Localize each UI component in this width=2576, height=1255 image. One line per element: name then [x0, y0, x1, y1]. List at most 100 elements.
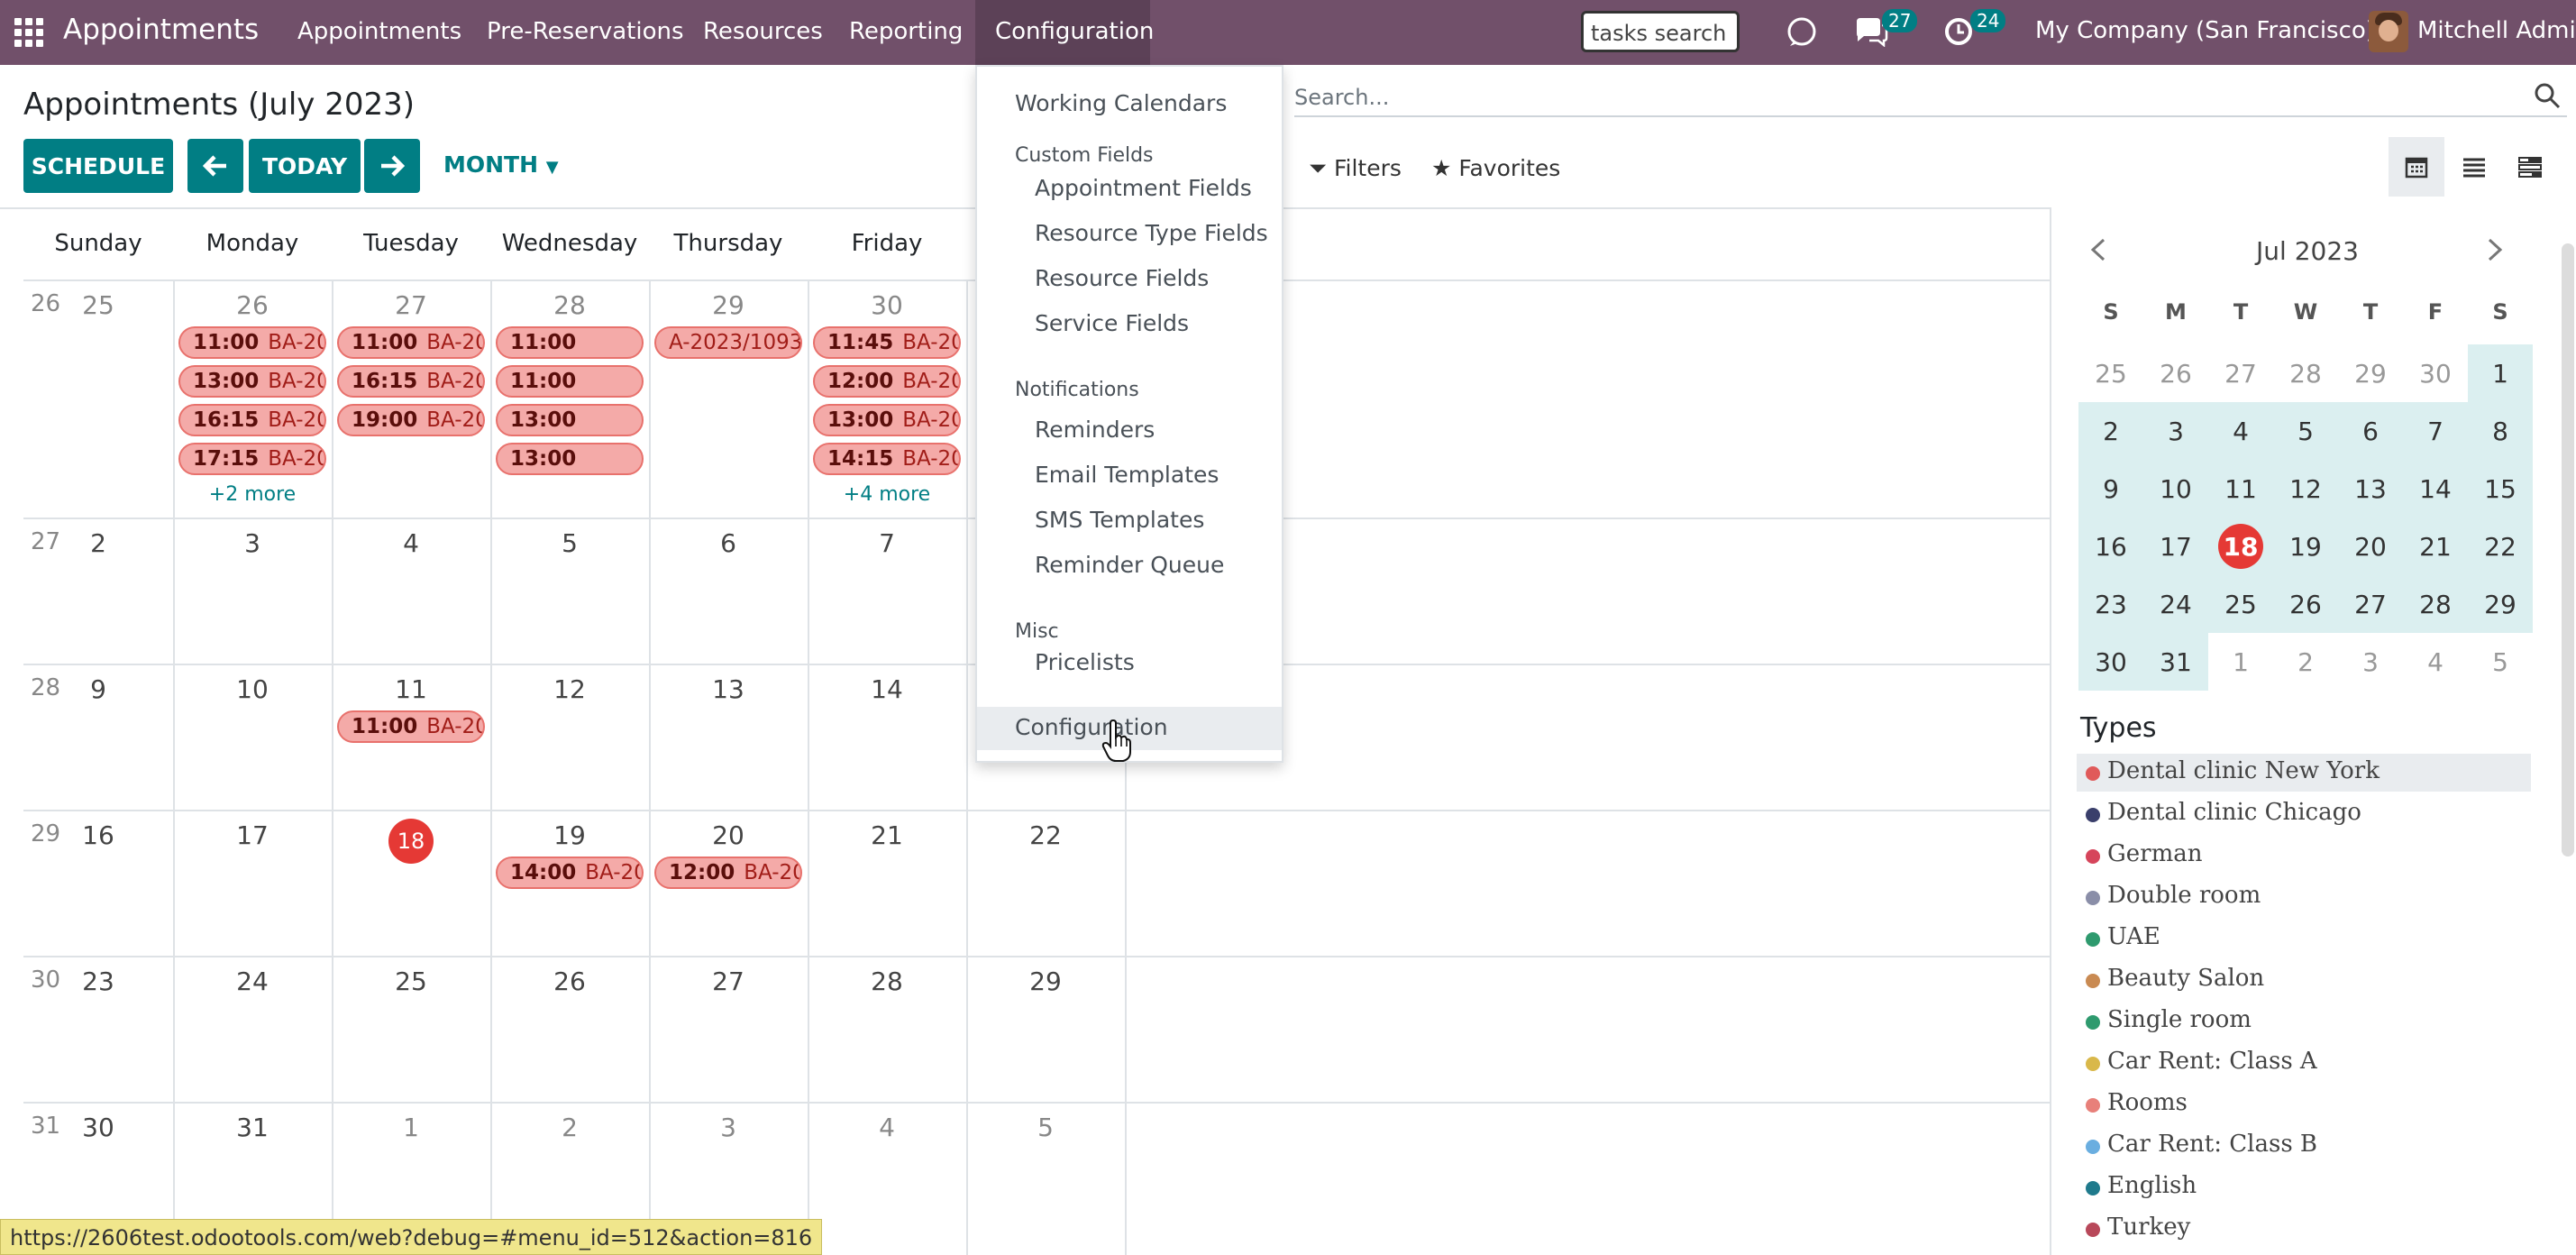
- calendar-event[interactable]: 14:15 BA-2023/1200 fo...: [813, 443, 961, 475]
- dropdown-item-sms-templates[interactable]: SMS Templates: [1035, 507, 1204, 533]
- day-number[interactable]: 6: [649, 528, 808, 558]
- day-number[interactable]: 5: [490, 528, 649, 558]
- mini-calendar-day[interactable]: 2: [2273, 633, 2338, 691]
- dropdown-item-reminder-queue[interactable]: Reminder Queue: [1035, 552, 1224, 578]
- mini-calendar-day[interactable]: 27: [2338, 575, 2403, 633]
- calendar-event[interactable]: 11:00: [496, 326, 644, 359]
- company-switcher[interactable]: My Company (San Francisco): [2035, 17, 2375, 44]
- calendar-event[interactable]: 11:00: [496, 365, 644, 398]
- mini-calendar-day[interactable]: 8: [2468, 402, 2533, 460]
- mini-calendar-prev-button[interactable]: [2087, 236, 2109, 270]
- calendar-event[interactable]: 14:00 BA-2023/1239 fo...: [496, 857, 644, 889]
- mini-calendar-day[interactable]: 9: [2078, 460, 2143, 518]
- user-avatar[interactable]: [2369, 11, 2408, 52]
- today-day-number[interactable]: 18: [388, 819, 434, 864]
- mini-calendar-day[interactable]: 14: [2403, 460, 2468, 518]
- day-number[interactable]: 2: [23, 528, 173, 558]
- type-filter-item[interactable]: Rooms: [2077, 1086, 2531, 1123]
- mini-calendar-day[interactable]: 7: [2403, 402, 2468, 460]
- type-filter-item[interactable]: Double room: [2077, 878, 2531, 916]
- mini-calendar-day[interactable]: 26: [2273, 575, 2338, 633]
- calendar-event[interactable]: 12:00 BA-2023/1210 fo...: [813, 365, 961, 398]
- mini-calendar-day[interactable]: 11: [2208, 460, 2273, 518]
- mini-calendar-day[interactable]: 5: [2273, 402, 2338, 460]
- search-icon[interactable]: [2533, 81, 2563, 112]
- month-scale-dropdown[interactable]: MONTH ▼: [443, 151, 559, 178]
- mini-calendar-day[interactable]: 28: [2273, 344, 2338, 402]
- calendar-event[interactable]: A-2023/1093 fo...: [654, 326, 802, 359]
- mini-calendar-day[interactable]: 1: [2208, 633, 2273, 691]
- calendar-event[interactable]: 11:45 BA-2023/1198 fo...: [813, 326, 961, 359]
- dropdown-item-service-fields[interactable]: Service Fields: [1035, 310, 1189, 336]
- search-input[interactable]: Search...: [1294, 81, 2567, 117]
- day-number[interactable]: 23: [23, 966, 173, 996]
- mini-calendar-day[interactable]: 3: [2143, 402, 2208, 460]
- day-number[interactable]: 14: [808, 674, 966, 704]
- type-filter-item[interactable]: UAE: [2077, 920, 2531, 957]
- mini-calendar-day[interactable]: 24: [2143, 575, 2208, 633]
- activities-clock-icon[interactable]: [1943, 16, 1974, 55]
- mini-calendar-day[interactable]: 28: [2403, 575, 2468, 633]
- day-number[interactable]: 3: [649, 1113, 808, 1142]
- calendar-event[interactable]: 13:00: [496, 443, 644, 475]
- day-number[interactable]: 22: [966, 820, 1125, 850]
- previous-arrow-button[interactable]: [187, 139, 243, 193]
- today-button[interactable]: TODAY: [249, 139, 361, 193]
- mini-calendar-day[interactable]: 3: [2338, 633, 2403, 691]
- day-number[interactable]: 21: [808, 820, 966, 850]
- mini-calendar-day[interactable]: 20: [2338, 518, 2403, 575]
- gantt-view-button[interactable]: [2502, 137, 2558, 197]
- mini-calendar-day[interactable]: 13: [2338, 460, 2403, 518]
- dropdown-item-configuration[interactable]: Configuration: [1015, 714, 1168, 740]
- mini-calendar-day[interactable]: 21: [2403, 518, 2468, 575]
- day-number[interactable]: 27: [649, 966, 808, 996]
- day-number[interactable]: 10: [173, 674, 332, 704]
- mini-calendar-next-button[interactable]: [2484, 236, 2506, 270]
- sidebar-scrollbar[interactable]: [2562, 243, 2574, 857]
- mini-calendar-day[interactable]: 10: [2143, 460, 2208, 518]
- calendar-event[interactable]: 11:00 BA-2023/1238 fo...: [337, 710, 485, 743]
- menu-pre-reservations[interactable]: Pre-Reservations: [487, 18, 684, 45]
- list-view-button[interactable]: [2446, 137, 2502, 197]
- mini-calendar-day[interactable]: 27: [2208, 344, 2273, 402]
- day-number[interactable]: 25: [23, 290, 173, 320]
- day-number[interactable]: 5: [966, 1113, 1125, 1142]
- day-number[interactable]: 31: [173, 1113, 332, 1142]
- mini-calendar-day[interactable]: 18: [2208, 518, 2273, 575]
- type-filter-item[interactable]: Turkey: [2077, 1210, 2531, 1248]
- type-filter-item[interactable]: Car Rent: Class B: [2077, 1127, 2531, 1165]
- day-number[interactable]: 27: [332, 290, 490, 320]
- dropdown-item-resource-fields[interactable]: Resource Fields: [1035, 265, 1209, 291]
- mini-calendar-day[interactable]: 25: [2208, 575, 2273, 633]
- user-name[interactable]: Mitchell Admin: [2417, 17, 2576, 44]
- type-filter-item[interactable]: English: [2077, 1168, 2531, 1206]
- mini-calendar-day[interactable]: 15: [2468, 460, 2533, 518]
- schedule-button[interactable]: SCHEDULE: [23, 139, 173, 193]
- type-filter-item[interactable]: German: [2077, 837, 2531, 875]
- mini-calendar-day[interactable]: 4: [2403, 633, 2468, 691]
- day-number[interactable]: 3: [173, 528, 332, 558]
- calendar-event[interactable]: 17:15 BA-2023/1212 fo...: [178, 443, 326, 475]
- day-number[interactable]: 28: [808, 966, 966, 996]
- menu-reporting[interactable]: Reporting: [849, 18, 963, 45]
- mini-calendar-day[interactable]: 17: [2143, 518, 2208, 575]
- calendar-event[interactable]: 12:00 BA-2023/1242 fo...: [654, 857, 802, 889]
- mini-calendar-day[interactable]: 5: [2468, 633, 2533, 691]
- apps-grid-icon[interactable]: [14, 18, 43, 47]
- menu-appointments[interactable]: Appointments: [297, 18, 461, 45]
- dropdown-item-pricelists[interactable]: Pricelists: [1035, 649, 1135, 675]
- mini-calendar-day[interactable]: 29: [2338, 344, 2403, 402]
- day-number[interactable]: 12: [490, 674, 649, 704]
- type-filter-item[interactable]: Car Rent: Class A: [2077, 1044, 2531, 1082]
- type-filter-item[interactable]: Dental clinic Chicago: [2077, 795, 2531, 833]
- favorites-button[interactable]: ★ Favorites: [1431, 155, 1560, 181]
- calendar-event[interactable]: 11:00 BA-2023/1140 fo...: [178, 326, 326, 359]
- mini-calendar-day[interactable]: 23: [2078, 575, 2143, 633]
- day-number[interactable]: 30: [23, 1113, 173, 1142]
- day-number[interactable]: 11: [332, 674, 490, 704]
- mini-calendar-day[interactable]: 4: [2208, 402, 2273, 460]
- calendar-view-button[interactable]: [2389, 137, 2444, 197]
- mini-calendar-day[interactable]: 26: [2143, 344, 2208, 402]
- calendar-event[interactable]: 16:15 BA-2023/1162 fo...: [178, 404, 326, 436]
- day-number[interactable]: 29: [649, 290, 808, 320]
